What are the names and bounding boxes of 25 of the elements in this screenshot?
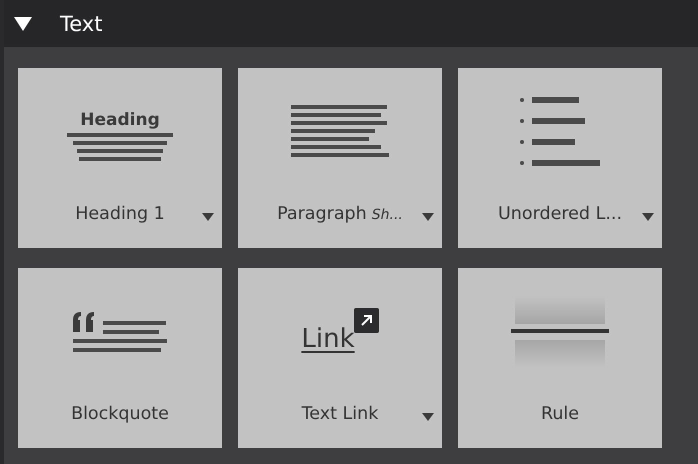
bullet-list-icon (520, 96, 600, 168)
tile-label: Unordered L... (498, 204, 622, 224)
blockquote-icon (73, 312, 167, 352)
section-title: Text (60, 12, 102, 36)
caret-icon[interactable] (422, 413, 434, 421)
caret-icon[interactable] (422, 213, 434, 221)
tile-label: Heading 1 (75, 204, 165, 224)
element-tile[interactable]: Link Text Link (238, 268, 442, 448)
text-lines-icon (67, 132, 173, 162)
tile-label: Rule (540, 404, 580, 424)
section-header[interactable]: Text (4, 0, 698, 47)
element-tile[interactable]: Unordered L... (458, 68, 662, 248)
tile-label: Paragraph Sh... (277, 204, 403, 224)
caret-icon[interactable] (202, 213, 214, 221)
link-preview-text: Link (301, 324, 355, 354)
element-tile[interactable]: Heading Heading 1 (18, 68, 222, 248)
heading-preview-text: Heading (80, 112, 160, 128)
external-link-icon (354, 308, 379, 334)
tile-label: Blockquote (71, 404, 169, 424)
paragraph-lines-icon (291, 105, 389, 159)
element-tile[interactable]: Blockquote (18, 268, 222, 448)
tile-label: Text Link (302, 404, 378, 424)
element-tile[interactable]: Rule (458, 268, 662, 448)
caret-icon[interactable] (642, 213, 654, 221)
element-tile[interactable]: Paragraph Sh... (238, 68, 442, 248)
